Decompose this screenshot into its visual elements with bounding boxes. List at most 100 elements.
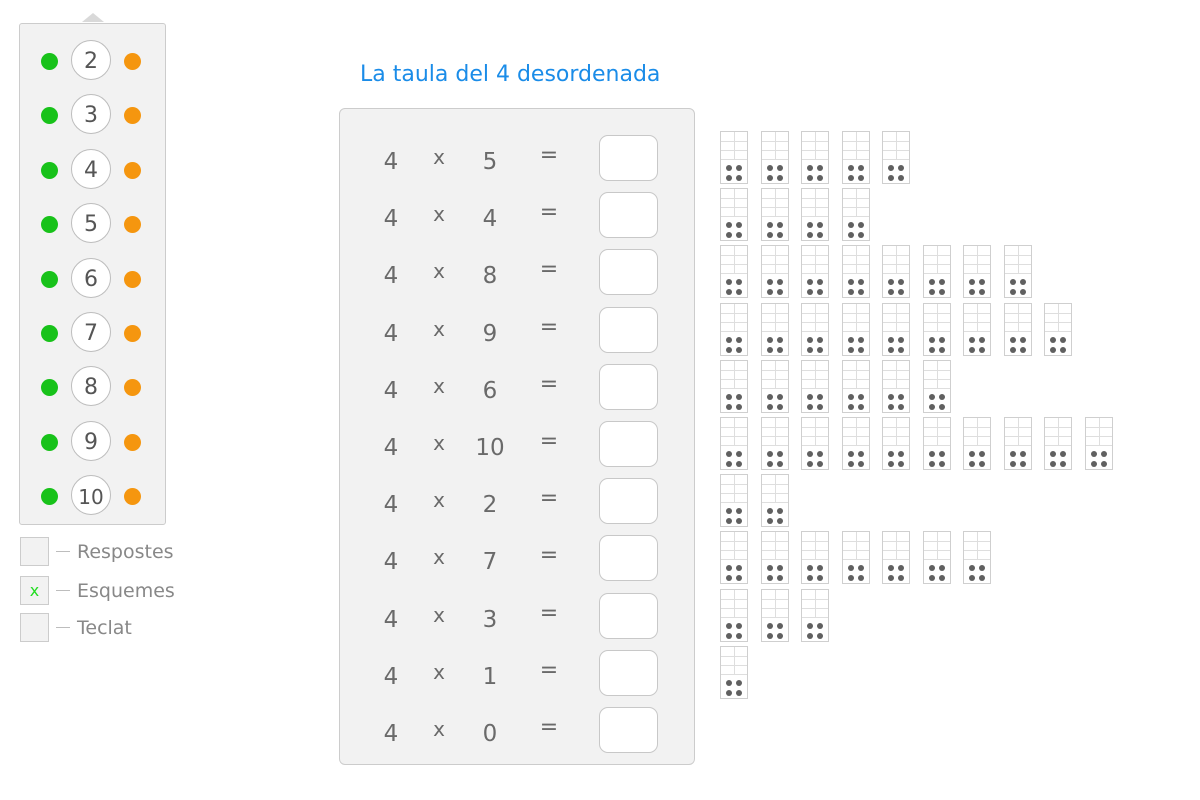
multiplier: 10 xyxy=(475,435,505,461)
scheme-dot xyxy=(736,175,742,181)
answer-input[interactable] xyxy=(599,363,658,410)
scheme-dot xyxy=(969,336,975,343)
scheme-dot xyxy=(726,289,732,296)
exercise-row: 4 x 8 = xyxy=(340,249,696,306)
dot-scheme-card xyxy=(922,302,951,356)
multiplier: 0 xyxy=(482,721,498,747)
multiplier: 2 xyxy=(482,492,498,519)
dot-scheme-card xyxy=(801,131,829,184)
option-checkbox[interactable] xyxy=(20,537,49,566)
orange-status-dot-icon xyxy=(124,161,141,179)
exercise-row: 4 x 2 = xyxy=(340,478,696,535)
scheme-dot xyxy=(736,679,742,686)
answer-input[interactable] xyxy=(599,249,658,296)
scheme-dot xyxy=(928,289,935,296)
scheme-dot xyxy=(766,165,773,171)
scheme-dot xyxy=(979,289,985,296)
dot-scheme-card xyxy=(882,302,910,356)
dot-scheme-card xyxy=(801,188,829,242)
multiplicand: 4 xyxy=(383,606,399,633)
multiplicand: 4 xyxy=(383,435,399,461)
scheme-dot xyxy=(736,336,742,343)
scheme-dot xyxy=(847,289,854,296)
scheme-dot xyxy=(1009,279,1016,286)
multiplier: 8 xyxy=(482,263,498,290)
scheme-dot xyxy=(766,403,773,410)
scheme-dot xyxy=(766,622,773,629)
answer-input[interactable] xyxy=(599,192,658,239)
table-number-button[interactable]: 2 xyxy=(71,40,111,80)
scroll-up-arrow-icon[interactable] xyxy=(82,13,104,22)
scheme-dot xyxy=(888,346,894,353)
orange-status-dot-icon xyxy=(124,216,141,234)
scheme-dot xyxy=(807,346,813,353)
answer-input[interactable] xyxy=(599,421,658,467)
scheme-dot xyxy=(857,336,864,343)
scheme-dot xyxy=(736,689,742,696)
multiplicand: 4 xyxy=(383,149,399,175)
exercise-row: 4 x 10 = xyxy=(340,421,696,478)
scheme-dot xyxy=(857,222,864,229)
table-number-button[interactable]: 5 xyxy=(71,203,111,244)
answer-input[interactable] xyxy=(599,478,658,525)
green-status-dot-icon xyxy=(41,270,58,288)
dot-scheme-card xyxy=(720,588,748,642)
dot-scheme-card xyxy=(760,131,789,184)
multiplier: 1 xyxy=(482,663,498,690)
table-number-button[interactable]: 10 xyxy=(71,475,111,516)
scheme-dot xyxy=(888,461,894,467)
scheme-dot xyxy=(776,393,783,400)
answer-input[interactable] xyxy=(599,535,658,582)
scheme-dot xyxy=(1009,451,1016,457)
table-number-button[interactable]: 9 xyxy=(71,420,111,461)
dot-scheme-card xyxy=(841,531,870,585)
scheme-dot xyxy=(847,461,854,467)
scheme-dot xyxy=(736,565,742,572)
table-number-button[interactable]: 4 xyxy=(71,148,111,189)
table-number-button[interactable]: 7 xyxy=(71,312,111,352)
green-status-dot-icon xyxy=(41,433,58,451)
scheme-dot xyxy=(847,393,854,400)
table-number-button[interactable]: 6 xyxy=(71,257,111,298)
scheme-dot xyxy=(847,575,854,582)
equals-sign: = xyxy=(539,657,559,683)
answer-input[interactable] xyxy=(599,592,658,639)
answer-input[interactable] xyxy=(599,649,658,696)
scheme-dot xyxy=(1019,336,1026,343)
multiplicand: 4 xyxy=(383,721,399,747)
exercise-row: 4 x 1 = xyxy=(340,649,696,707)
scheme-dot xyxy=(888,575,894,582)
multiplier: 7 xyxy=(482,549,498,576)
tables-selector-panel: 2 3 4 5 6 7 8 9 10 xyxy=(19,23,166,525)
answer-input[interactable] xyxy=(599,707,658,753)
answer-input[interactable] xyxy=(599,306,658,353)
scheme-dot xyxy=(817,622,823,629)
scheme-dot xyxy=(847,175,854,181)
dot-scheme-card xyxy=(801,302,829,356)
table-number-button[interactable]: 8 xyxy=(71,366,111,407)
answer-input[interactable] xyxy=(599,135,658,181)
scheme-dot xyxy=(776,222,783,229)
scheme-dot xyxy=(979,461,985,467)
multiplicand: 4 xyxy=(383,206,399,233)
scheme-dot xyxy=(766,336,773,343)
scheme-dot xyxy=(898,289,904,296)
dot-scheme-card xyxy=(882,359,910,413)
scheme-dot xyxy=(847,403,854,410)
option-checkbox[interactable] xyxy=(20,613,49,642)
scheme-dot xyxy=(766,346,773,353)
scheme-dot xyxy=(898,336,904,343)
scheme-dot xyxy=(726,222,732,229)
times-operator: x xyxy=(433,488,445,513)
scheme-dot xyxy=(1050,461,1056,467)
scheme-dot xyxy=(776,289,783,296)
scheme-dot xyxy=(736,222,742,229)
scheme-dot xyxy=(776,565,783,572)
scheme-dot xyxy=(736,461,742,467)
times-operator: x xyxy=(433,202,445,227)
option-checkbox[interactable]: x xyxy=(20,576,49,605)
dot-scheme-card xyxy=(760,188,789,242)
scheme-dot xyxy=(776,518,783,525)
table-number-button[interactable]: 3 xyxy=(71,94,111,135)
dot-scheme-card xyxy=(720,188,748,242)
